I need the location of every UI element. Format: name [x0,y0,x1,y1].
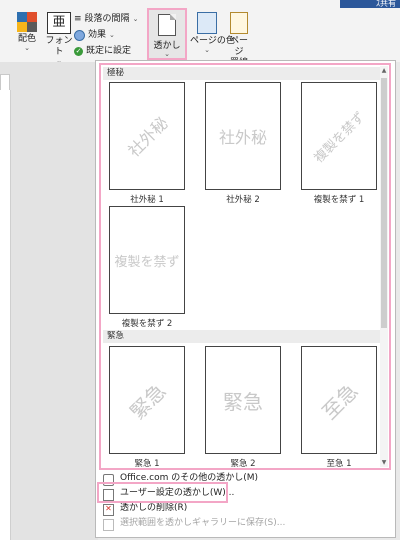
remove-watermark-item[interactable]: ✕ 透かしの削除(R) [96,501,395,516]
document-page [0,90,11,540]
watermark-dropdown: 極秘 社外秘 社外秘 1 社外秘 社外秘 2 複製を禁ず 複製を禁ず 1 複製を… [95,60,396,538]
remove-watermark-icon: ✕ [103,504,114,516]
colors-button[interactable]: 配色 ⌄ [14,12,40,52]
watermark-tile[interactable]: 至急 至急 1 [301,346,377,468]
page-color-button[interactable]: ページの色 ⌄ [190,8,235,54]
paragraph-spacing-button[interactable]: ≡ 段落の間隔 ⌄ [74,14,138,25]
section-header-confidential: 極秘 [103,67,381,80]
page-color-icon [197,12,217,34]
right-edge [396,62,400,540]
watermark-tile[interactable]: 社外秘 社外秘 1 [109,82,185,205]
section-header-urgent: 緊急 [103,330,381,343]
watermark-tile[interactable]: 社外秘 社外秘 2 [205,82,281,205]
effects-icon [74,30,85,41]
watermark-tile[interactable]: 複製を禁ず 複製を禁ず 1 [301,82,377,205]
ribbon: ｽ共有 配色 ⌄ 亜 フォント ⌄ ≡ 段落の間隔 ⌄ 効果 ⌄ ✓ 既定に設定… [0,0,400,68]
check-icon: ✓ [74,47,83,56]
watermark-tile[interactable]: 緊急 緊急 1 [109,346,185,468]
scrollbar-thumb[interactable] [381,78,387,328]
custom-watermark-highlight [97,482,228,503]
watermark-tile[interactable]: 複製を禁ず 複製を禁ず 2 [109,206,185,329]
document-area [0,62,98,540]
save-selection-item[interactable]: 選択範囲を透かしギャラリーに保存(S)... [96,516,395,531]
fonts-label: フォント [45,36,73,57]
page-borders-icon [230,12,248,34]
paragraph-spacing-icon: ≡ [74,14,82,24]
gallery-scrollbar[interactable]: ▲ ▼ [380,66,388,467]
watermark-button[interactable]: 透かし ⌄ [147,8,187,60]
fonts-button[interactable]: 亜 フォント ⌄ [44,12,74,65]
colors-icon [17,12,37,32]
watermark-icon [158,14,176,36]
watermark-gallery: 極秘 社外秘 社外秘 1 社外秘 社外秘 2 複製を禁ず 複製を禁ず 1 複製を… [99,63,391,470]
scroll-up-icon[interactable]: ▲ [380,66,388,75]
set-default-button[interactable]: ✓ 既定に設定 [74,46,131,57]
save-gallery-icon [103,519,114,531]
effects-button[interactable]: 効果 ⌄ [74,30,115,41]
share-button[interactable]: ｽ共有 [340,0,400,8]
scroll-down-icon[interactable]: ▼ [380,458,388,467]
watermark-tile[interactable]: 緊急 緊急 2 [205,346,281,468]
font-icon: 亜 [47,12,71,34]
page-borders-label: ページ [229,36,248,57]
